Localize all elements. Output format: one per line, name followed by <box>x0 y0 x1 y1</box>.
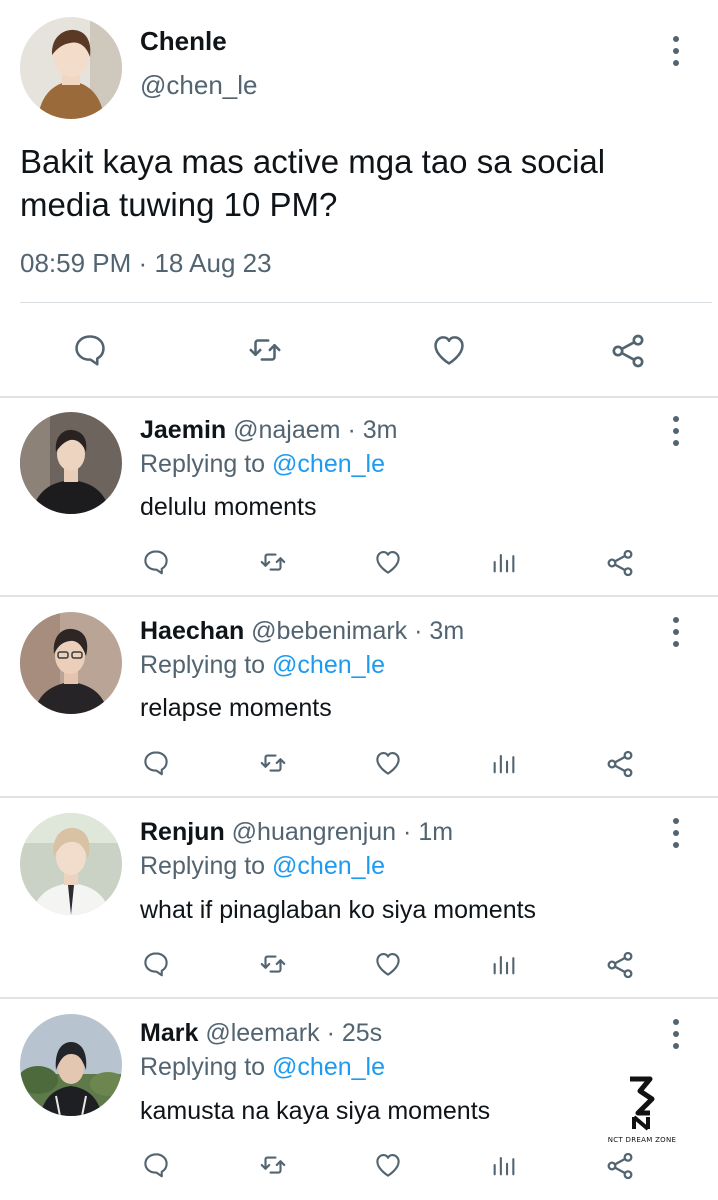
tweet-timestamp: 08:59 PM · 18 Aug 23 <box>20 248 272 279</box>
reply-author-name[interactable]: Jaemin <box>140 416 226 444</box>
retweet-icon[interactable] <box>246 331 284 369</box>
reply-time: 3m <box>362 416 398 444</box>
divider <box>20 302 712 303</box>
reply-avatar[interactable] <box>20 612 122 714</box>
section-divider <box>0 396 718 398</box>
reply-avatar[interactable] <box>20 813 122 915</box>
replying-to-handle[interactable]: @chen_le <box>272 1053 385 1081</box>
share-icon[interactable] <box>604 1150 636 1182</box>
retweet-icon[interactable] <box>257 949 289 979</box>
share-icon[interactable] <box>608 331 648 371</box>
section-divider <box>0 997 718 999</box>
meta-separator: · <box>414 617 423 645</box>
reply-author-handle[interactable]: @huangrenjun <box>232 818 396 846</box>
like-icon[interactable] <box>372 1150 404 1180</box>
reply-icon[interactable] <box>141 547 171 577</box>
author-name[interactable]: Chenle <box>140 26 227 57</box>
like-icon[interactable] <box>372 949 404 979</box>
watermark: NCT DREAM ZONE <box>600 1073 684 1144</box>
reply-header: Mark @leemark · 25s <box>140 1019 382 1048</box>
views-icon[interactable] <box>490 547 518 577</box>
replying-to-line: Replying to @chen_le <box>140 852 385 881</box>
reply-avatar[interactable] <box>20 412 122 514</box>
replying-to-handle[interactable]: @chen_le <box>272 651 385 679</box>
tweet-text: Bakit kaya mas active mga tao sa social … <box>20 143 606 223</box>
retweet-icon[interactable] <box>257 547 289 577</box>
share-icon[interactable] <box>604 547 636 579</box>
replying-to-label: Replying to <box>140 852 266 880</box>
like-icon[interactable] <box>429 331 469 369</box>
replying-to-line: Replying to @chen_le <box>140 1053 385 1082</box>
replying-to-handle[interactable]: @chen_le <box>272 450 385 478</box>
meta-separator: · <box>138 248 148 278</box>
reply-author-name[interactable]: Haechan <box>140 617 244 645</box>
more-options-icon[interactable] <box>670 36 682 66</box>
views-icon[interactable] <box>490 748 518 778</box>
replying-to-handle[interactable]: @chen_le <box>272 852 385 880</box>
more-options-icon[interactable] <box>670 416 682 446</box>
reply-author-handle[interactable]: @bebenimark <box>251 617 407 645</box>
views-icon[interactable] <box>490 949 518 979</box>
reply-header: Haechan @bebenimark · 3m <box>140 617 464 646</box>
like-icon[interactable] <box>372 748 404 778</box>
reply-time: 3m <box>429 617 465 645</box>
reply-header: Renjun @huangrenjun · 1m <box>140 818 453 847</box>
reply-time: 1m <box>418 818 454 846</box>
reply-text: kamusta na kaya siya moments <box>140 1097 491 1125</box>
reply-author-name[interactable]: Mark <box>140 1019 198 1047</box>
reply-author-handle[interactable]: @leemark <box>205 1019 319 1047</box>
like-icon[interactable] <box>372 547 404 577</box>
meta-separator: · <box>326 1019 335 1047</box>
tweet-date: 18 Aug 23 <box>154 248 272 278</box>
replying-to-label: Replying to <box>140 450 266 478</box>
reply-author-name[interactable]: Renjun <box>140 818 225 846</box>
replying-to-label: Replying to <box>140 1053 266 1081</box>
meta-separator: · <box>403 818 412 846</box>
replying-to-line: Replying to @chen_le <box>140 450 385 479</box>
section-divider <box>0 595 718 597</box>
author-avatar[interactable] <box>20 17 122 119</box>
more-options-icon[interactable] <box>670 818 682 848</box>
replying-to-line: Replying to @chen_le <box>140 651 385 680</box>
reply-author-handle[interactable]: @najaem <box>233 416 340 444</box>
reply-icon[interactable] <box>141 949 171 979</box>
tweet-time: 08:59 PM <box>20 248 132 278</box>
share-icon[interactable] <box>604 949 636 981</box>
share-icon[interactable] <box>604 748 636 780</box>
watermark-text: NCT DREAM ZONE <box>607 1136 677 1144</box>
reply-header: Jaemin @najaem · 3m <box>140 416 397 445</box>
reply-avatar[interactable] <box>20 1014 122 1116</box>
section-divider <box>0 796 718 798</box>
meta-separator: · <box>347 416 356 444</box>
reply-icon[interactable] <box>141 748 171 778</box>
more-options-icon[interactable] <box>670 1019 682 1049</box>
watermark-logo-icon <box>630 1076 655 1131</box>
more-options-icon[interactable] <box>670 617 682 647</box>
views-icon[interactable] <box>490 1150 518 1180</box>
reply-text: relapse moments <box>140 694 332 722</box>
replying-to-label: Replying to <box>140 651 266 679</box>
retweet-icon[interactable] <box>257 748 289 778</box>
reply-text: delulu moments <box>140 493 317 521</box>
reply-text: what if pinaglaban ko siya moments <box>140 896 537 924</box>
author-handle[interactable]: @chen_le <box>140 70 257 101</box>
reply-icon[interactable] <box>141 1150 171 1180</box>
reply-time: 25s <box>341 1019 383 1047</box>
retweet-icon[interactable] <box>257 1150 289 1180</box>
reply-icon[interactable] <box>71 331 109 369</box>
